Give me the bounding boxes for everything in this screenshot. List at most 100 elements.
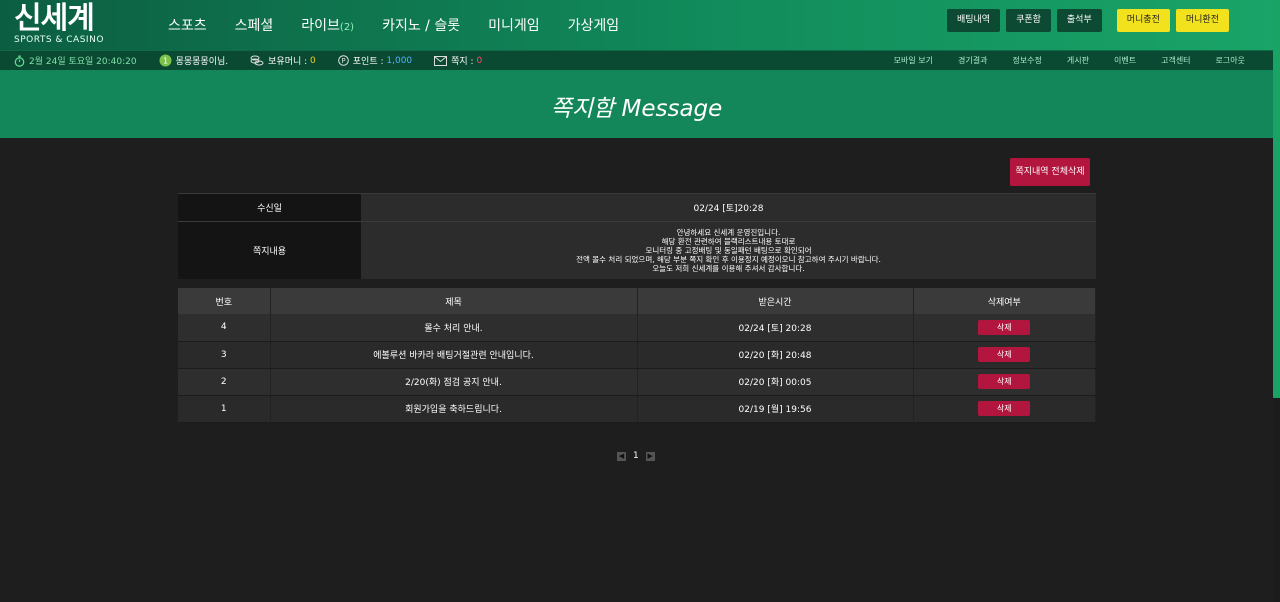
message-line: 안녕하세요 신세계 운영진입니다. [676,228,781,237]
message-detail: 수신일 02/24 [토]20:28 쪽지내용 안녕하세요 신세계 운영진입니다… [178,193,1096,279]
row-title[interactable]: 몰수 처리 안내. [270,314,638,342]
site-logo[interactable]: 신세계 SPORTS & CASINO [14,2,104,48]
prev-page-icon[interactable]: ◀ [617,451,626,461]
point-display: P 포인트 : 1,000 [337,54,413,67]
link-customer-center[interactable]: 고객센터 [1161,55,1190,66]
table-row[interactable]: 4 몰수 처리 안내. 02/24 [토] 20:28 삭제 [178,314,1096,342]
stopwatch-icon [14,55,25,67]
logo-main-text: 신세계 [14,1,95,36]
link-event[interactable]: 이벤트 [1114,55,1136,66]
logo-sub-text: SPORTS & CASINO [14,35,104,45]
nav-label: 스페셜 [234,18,274,34]
level-badge-icon: 1 [159,54,172,67]
message-list-table: 번호 제목 받은시간 삭제여부 4 몰수 처리 안내. 02/24 [토] 20… [178,288,1096,423]
main-nav: 스포츠 스페셜 라이브(2) 카지노 / 슬롯 미니게임 가상게임 [168,15,647,35]
message-content-value: 안녕하세요 신세계 운영진입니다. 해당 환전 관련하여 블랙리스트내용 토대로… [361,221,1096,279]
nav-item-casino-slot[interactable]: 카지노 / 슬롯 [382,15,460,35]
note-display[interactable]: 쪽지 : 0 [434,54,482,67]
withdraw-button[interactable]: 머니환전 [1175,9,1229,32]
deposit-button[interactable]: 머니충전 [1116,9,1170,32]
delete-button[interactable]: 삭제 [978,319,1031,335]
attendance-button[interactable]: 출석부 [1056,9,1102,32]
message-line: 모니터링 중 고정배팅 및 동일패턴 배팅으로 확인되어 [645,246,812,255]
note-value: 0 [476,55,483,66]
row-delete-cell: 삭제 [913,395,1096,423]
utility-links: 모바일 보기 경기결과 정보수정 게시판 이벤트 고객센터 로그아웃 [869,55,1245,66]
column-header-title: 제목 [270,288,638,314]
message-line: 해당 환전 관련하여 블랙리스트내용 토대로 [661,237,796,246]
nav-label: 미니게임 [488,18,540,34]
row-delete-cell: 삭제 [913,341,1096,369]
nav-item-special[interactable]: 스페셜 [235,15,274,35]
svg-text:1: 1 [163,57,168,66]
row-received-time: 02/20 [화] 00:05 [637,368,914,396]
page-number-current[interactable]: 1 [633,451,639,461]
link-board[interactable]: 게시판 [1067,55,1089,66]
message-line: 전액 몰수 처리 되었으며, 해당 부분 쪽지 확인 후 이용정지 예정이오니 … [576,255,881,264]
pagination: ◀ 1 ▶ [617,451,655,461]
point-icon: P [337,55,349,66]
nav-label: 가상게임 [567,18,620,34]
coupon-button[interactable]: 쿠폰함 [1006,9,1051,32]
header-buttons: 배팅내역 쿠폰함 출석부 머니충전 머니환전 [941,9,1229,32]
username-text: 몽몽몽몽이님. [175,57,229,67]
top-header: 신세계 SPORTS & CASINO 스포츠 스페셜 라이브(2) 카지노 /… [0,0,1280,50]
row-number: 2 [178,368,271,396]
row-received-time: 02/19 [월] 19:56 [637,395,914,423]
row-title[interactable]: 에볼루션 바카라 배팅거절관련 안내입니다. [270,341,638,369]
envelope-icon [434,55,448,66]
delete-button[interactable]: 삭제 [978,374,1031,389]
user-info-bar: 2월 24일 토요일 20:40:20 1 몽몽몽몽이님. 보유머니 : 0 P… [0,50,1273,70]
row-number: 3 [178,341,271,369]
svg-text:P: P [341,57,345,65]
coins-icon [250,55,264,66]
received-date-value: 02/24 [토]20:28 [361,193,1096,221]
point-value: 1,000 [386,55,413,66]
link-match-results[interactable]: 경기결과 [958,55,987,66]
bet-history-button[interactable]: 배팅내역 [946,9,1001,32]
row-title[interactable]: 2/20(화) 점검 공지 안내. [270,368,638,396]
delete-button[interactable]: 삭제 [978,401,1031,416]
column-header-delete: 삭제여부 [913,288,1096,314]
row-title[interactable]: 회원가입을 축하드립니다. [270,395,638,423]
nav-item-virtual-game[interactable]: 가상게임 [568,15,620,35]
row-number: 4 [178,314,271,342]
page-scrollbar[interactable] [1273,0,1280,398]
received-date-label: 수신일 [178,193,361,221]
nav-label: 스포츠 [168,18,207,34]
nav-item-minigame[interactable]: 미니게임 [488,15,540,35]
nav-item-live[interactable]: 라이브(2) [301,15,354,35]
money-label: 보유머니 : [268,57,308,67]
delete-all-button[interactable]: 쪽지내역 전체삭제 [1010,158,1090,186]
money-display: 보유머니 : 0 [250,54,316,67]
link-mobile-view[interactable]: 모바일 보기 [894,55,933,66]
point-label: 포인트 : [352,57,384,67]
nav-item-sports[interactable]: 스포츠 [168,15,207,35]
link-logout[interactable]: 로그아웃 [1216,55,1245,66]
datetime-display: 2월 24일 토요일 20:40:20 [14,54,137,67]
message-line: 오늘도 저희 신세계를 이용해 주셔서 감사합니다. [652,264,805,273]
table-row[interactable]: 1 회원가입을 축하드립니다. 02/19 [월] 19:56 삭제 [178,395,1096,423]
live-count-badge: (2) [339,22,355,33]
page-title: 쪽지함 Message [550,96,723,122]
page-banner: 쪽지함 Message [0,70,1273,138]
user-greeting: 1 몽몽몽몽이님. [159,54,229,67]
message-content-label: 쪽지내용 [178,221,361,279]
datetime-text: 2월 24일 토요일 20:40:20 [29,57,137,67]
next-page-icon[interactable]: ▶ [645,451,655,461]
row-delete-cell: 삭제 [913,368,1096,396]
nav-label: 카지노 / 슬롯 [382,18,461,34]
table-header-row: 번호 제목 받은시간 삭제여부 [178,288,1096,314]
row-received-time: 02/24 [토] 20:28 [637,314,914,342]
column-header-number: 번호 [178,288,271,314]
nav-label: 라이브 [301,18,340,34]
row-received-time: 02/20 [화] 20:48 [637,341,914,369]
row-delete-cell: 삭제 [913,314,1096,342]
table-row[interactable]: 2 2/20(화) 점검 공지 안내. 02/20 [화] 00:05 삭제 [178,368,1096,396]
delete-button[interactable]: 삭제 [978,347,1031,362]
note-label: 쪽지 : [451,57,474,67]
table-row[interactable]: 3 에볼루션 바카라 배팅거절관련 안내입니다. 02/20 [화] 20:48… [178,341,1096,369]
row-number: 1 [178,395,271,423]
column-header-received-time: 받은시간 [637,288,914,314]
link-edit-info[interactable]: 정보수정 [1012,55,1041,66]
